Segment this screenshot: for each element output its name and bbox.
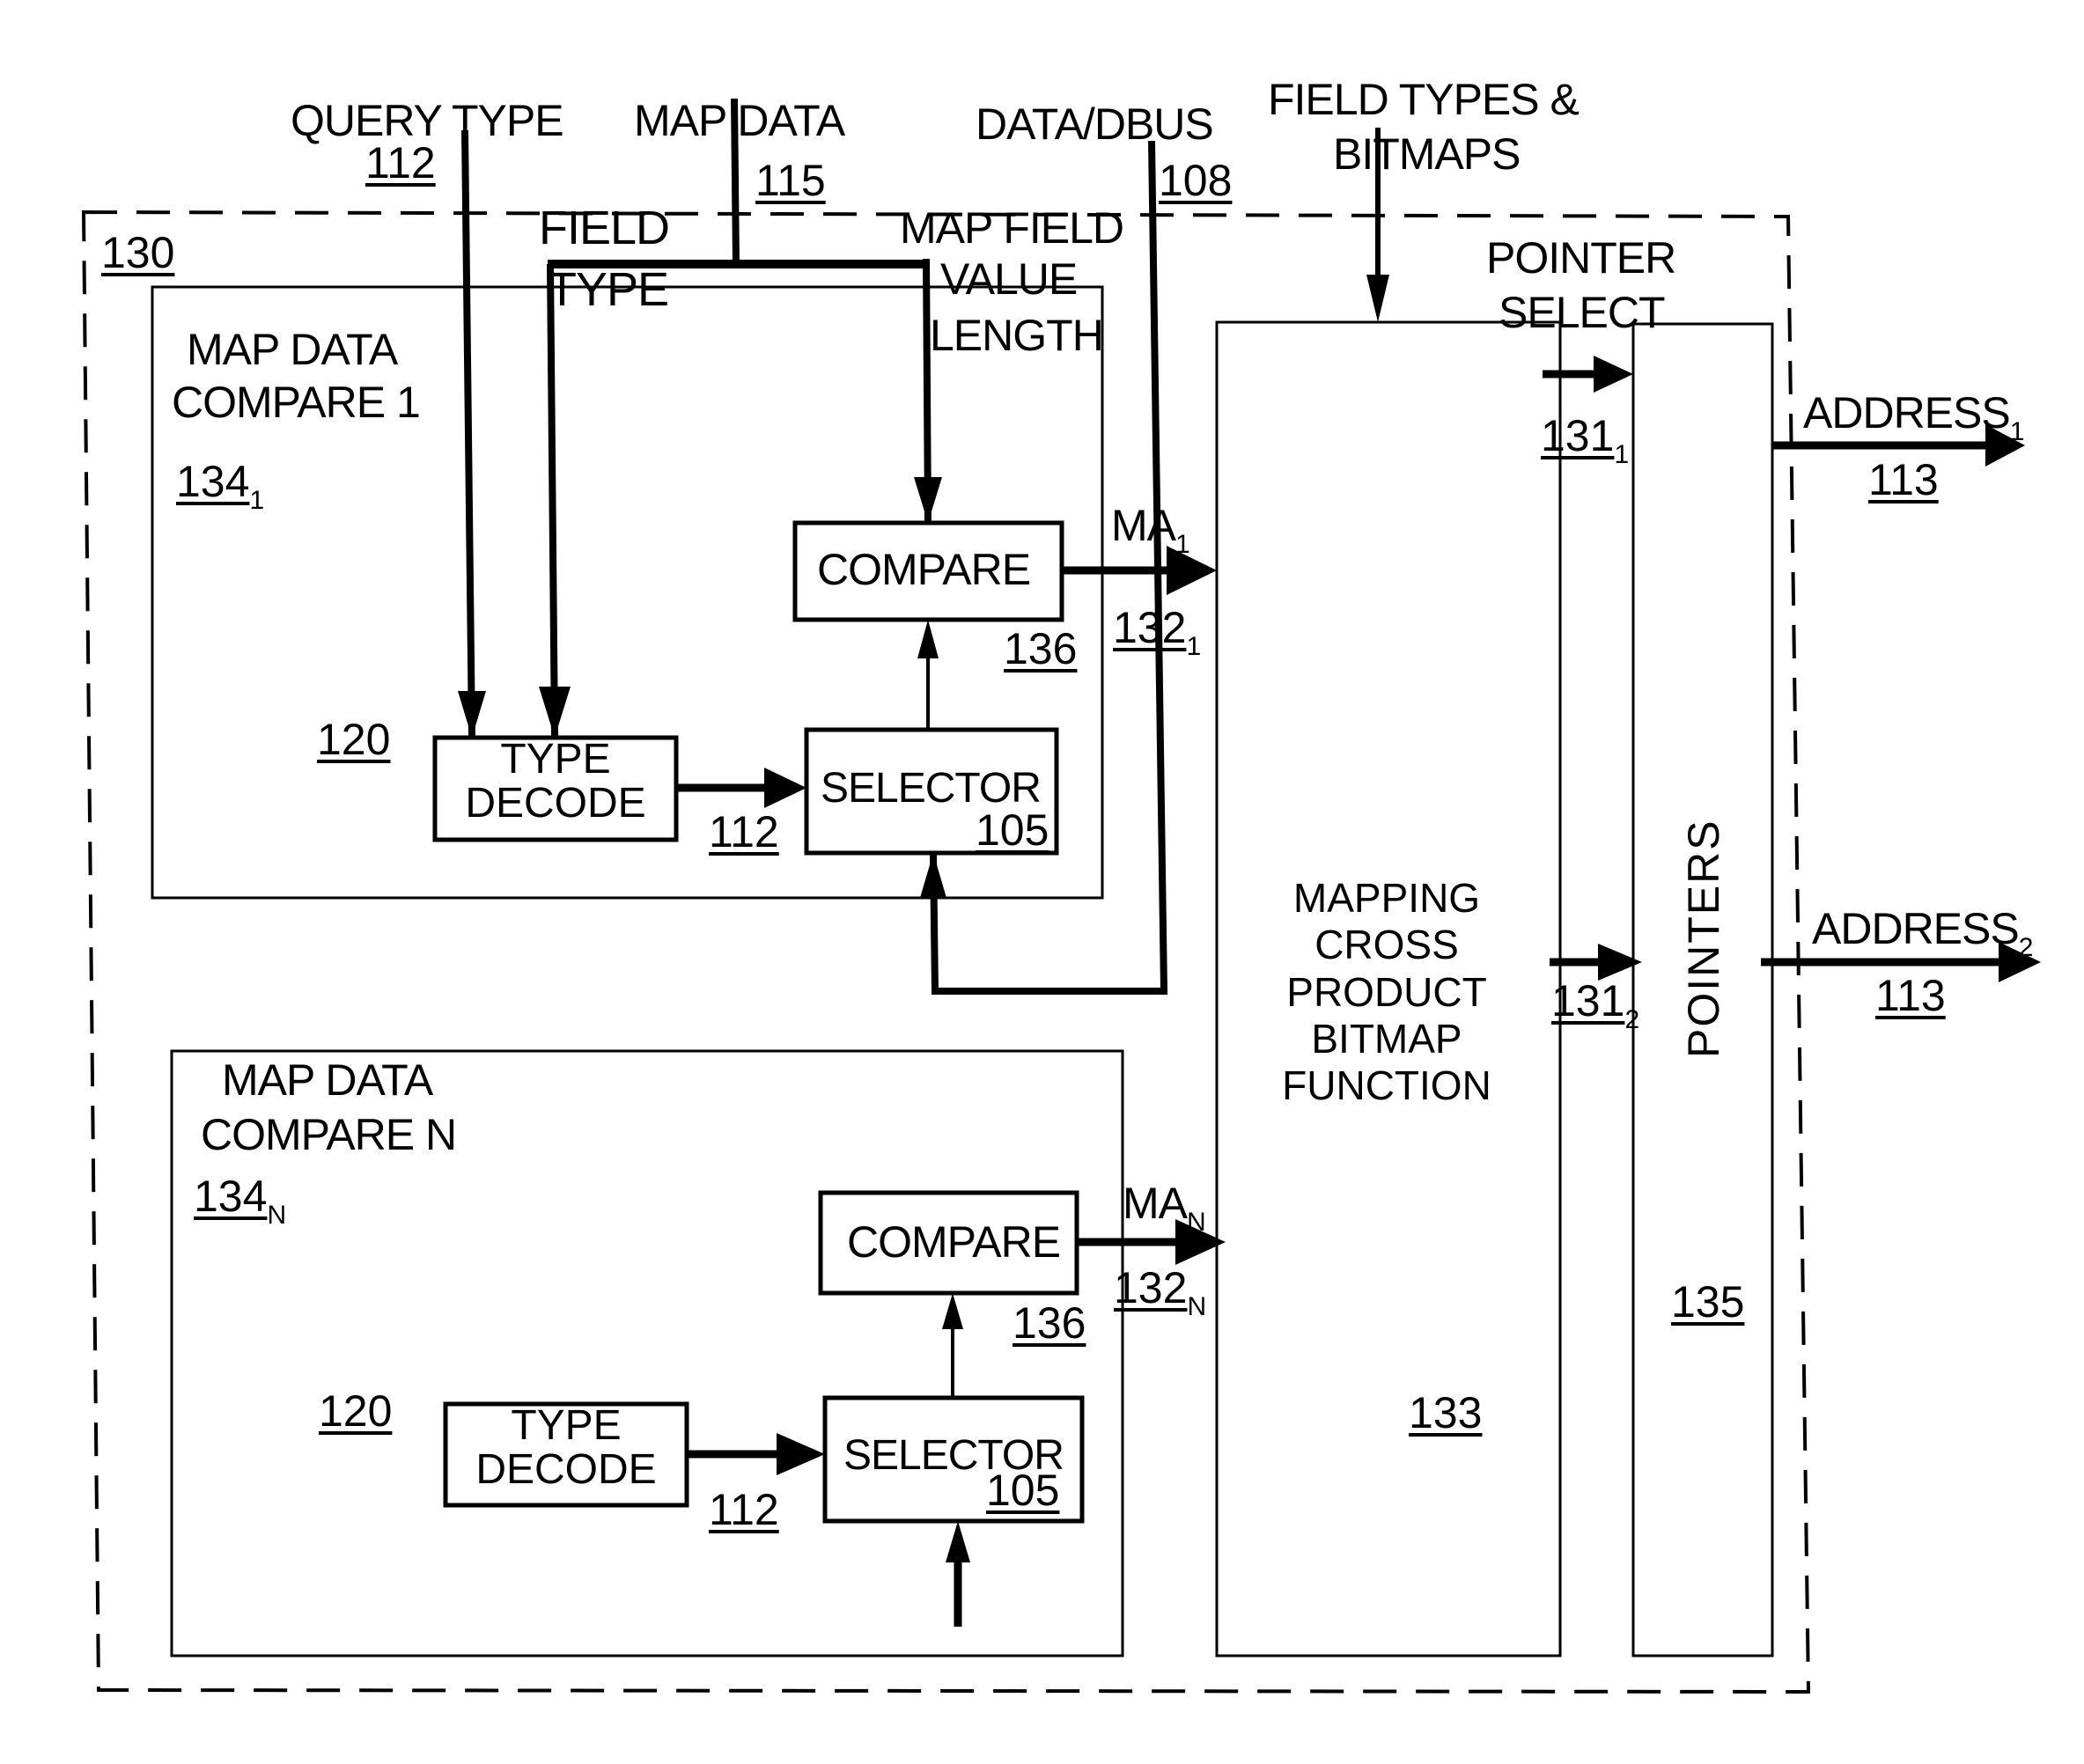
compare-1-title-line1: MAP DATA xyxy=(187,325,398,374)
data-dbus-arrowhead xyxy=(920,853,946,898)
type-decode-to-selector-arrowhead-n xyxy=(777,1433,825,1475)
map-field-arrowhead xyxy=(914,477,942,523)
pointer-select-1-number: 131 xyxy=(1541,411,1615,460)
mapping-line2: CROSS xyxy=(1314,922,1459,968)
query-type-line xyxy=(461,129,475,739)
type-decode-n-line1: TYPE xyxy=(511,1402,622,1449)
compare-n-decoder-ref: 120 xyxy=(319,1386,393,1436)
map-data-ref: 115 xyxy=(755,156,826,205)
compare-1-ref-number: 134 xyxy=(176,457,250,506)
mapping-block-ref: 133 xyxy=(1409,1388,1483,1437)
pointer-select-arrowhead-1 xyxy=(1594,356,1633,393)
mapping-line4: BITMAP xyxy=(1311,1016,1462,1062)
compare-n-title-line1: MAP DATA xyxy=(222,1055,433,1105)
man-ref: 132N xyxy=(1114,1266,1206,1320)
address-2-subscript: 2 xyxy=(2018,933,2034,962)
type-decode-n-label: TYPE DECODE xyxy=(446,1402,687,1494)
field-types-label-line1: FIELD TYPES & xyxy=(1268,75,1580,124)
man-text: MA xyxy=(1123,1179,1188,1228)
mapping-line5: FUNCTION xyxy=(1282,1062,1491,1109)
address-2-ref: 113 xyxy=(1875,971,1946,1020)
compare-n-ref: 134N xyxy=(194,1174,286,1229)
ma1-ref-subscript: 1 xyxy=(1186,632,1202,661)
pointers-label: POINTERS xyxy=(1679,819,1728,1058)
ma1-ref-number: 132 xyxy=(1113,603,1187,652)
type-decode-n-line2: DECODE xyxy=(475,1446,657,1494)
map-field-label-line3: LENGTH xyxy=(930,311,1104,360)
pointers-block-ref: 135 xyxy=(1671,1277,1745,1327)
map-field-label-line2: VALUE xyxy=(940,254,1078,304)
type-decode-1-line1: TYPE xyxy=(500,736,611,783)
compare-n-ref-number: 134 xyxy=(194,1172,268,1221)
pointer-select-label-line1: POINTER xyxy=(1486,233,1676,283)
compare-n-box-ref: 136 xyxy=(1013,1298,1086,1348)
man-ref-subscript: N xyxy=(1187,1292,1207,1321)
pointer-select-2-number: 131 xyxy=(1551,976,1625,1025)
pointer-select-arrowhead-2 xyxy=(1598,944,1642,981)
address-2-label: ADDRESS2 xyxy=(1812,904,2034,962)
ma1-text: MA xyxy=(1111,501,1176,550)
type-decode-1-label: TYPE DECODE xyxy=(435,736,676,827)
address-1-text: ADDRESS xyxy=(1803,388,2011,437)
compare-n-label: COMPARE xyxy=(847,1217,1061,1267)
map-data-label: MAP DATA xyxy=(634,96,845,145)
query-type-arrowhead xyxy=(458,691,486,738)
selector-n-input-arrowhead xyxy=(946,1521,970,1562)
mapping-block-label: MAPPING CROSS PRODUCT BITMAP FUNCTION xyxy=(1233,875,1541,1110)
compare-1-decoder-ref: 120 xyxy=(317,715,391,764)
field-type-line xyxy=(547,263,558,739)
mapping-line3: PRODUCT xyxy=(1286,968,1487,1015)
mapping-line1: MAPPING xyxy=(1292,875,1481,921)
data-dbus-ref: 108 xyxy=(1159,156,1233,205)
query-type-label: QUERY TYPE xyxy=(291,96,564,145)
compare-1-label: COMPARE xyxy=(817,545,1031,594)
type-decode-to-selector-arrowhead-1 xyxy=(764,768,806,808)
ma1-subscript: 1 xyxy=(1175,530,1190,559)
selector-1-label: SELECTOR xyxy=(821,765,1042,812)
data-dbus-label: DATA/DBUS xyxy=(976,99,1214,149)
type-decode-1-out-ref: 112 xyxy=(709,807,779,856)
compare-1-ref: 1341 xyxy=(176,459,264,514)
man-subscript: N xyxy=(1187,1208,1206,1237)
pointer-select-ref-2: 1312 xyxy=(1551,979,1639,1033)
query-type-ref: 112 xyxy=(365,138,436,187)
type-decode-n-out-ref: 112 xyxy=(709,1485,779,1534)
address-2-text: ADDRESS xyxy=(1812,904,2020,953)
man-label: MAN xyxy=(1123,1179,1206,1237)
field-type-label-line2: TYPE xyxy=(548,263,669,316)
man-ref-number: 132 xyxy=(1114,1263,1188,1312)
compare-n-ref-subscript: N xyxy=(267,1201,287,1230)
pointer-select-ref-1: 1311 xyxy=(1541,414,1629,468)
selector-to-compare-arrowhead-n xyxy=(942,1293,963,1329)
type-decode-1-line2: DECODE xyxy=(465,780,646,827)
address-1-ref: 113 xyxy=(1868,455,1939,504)
compare-1-box-ref: 136 xyxy=(1004,624,1078,673)
field-types-label-line2: BITMAPS xyxy=(1333,129,1521,179)
field-type-arrowhead xyxy=(539,687,571,738)
ma1-ref: 1321 xyxy=(1113,606,1201,660)
compare-1-ref-subscript: 1 xyxy=(249,486,265,515)
compare-n-title-line2: COMPARE N xyxy=(201,1110,457,1159)
compare-1-title-line2: COMPARE 1 xyxy=(172,378,421,427)
pointer-select-2-subscript: 2 xyxy=(1624,1005,1640,1034)
pointer-select-1-subscript: 1 xyxy=(1614,440,1630,469)
address-1-subscript: 1 xyxy=(2009,417,2025,446)
selector-n-ref: 105 xyxy=(986,1466,1060,1515)
outer-block-ref: 130 xyxy=(101,228,175,277)
ma1-label: MA1 xyxy=(1111,501,1190,559)
address-1-label: ADDRESS1 xyxy=(1803,388,2025,446)
map-field-label-line1: MAP FIELD xyxy=(900,203,1124,253)
pointer-select-label-line2: SELECT xyxy=(1499,288,1666,337)
field-types-bitmaps-arrowhead xyxy=(1366,275,1389,322)
field-type-label-line1: FIELD xyxy=(539,202,670,254)
selector-1-ref: 105 xyxy=(976,805,1049,855)
selector-to-compare-arrowhead-1 xyxy=(917,620,939,658)
